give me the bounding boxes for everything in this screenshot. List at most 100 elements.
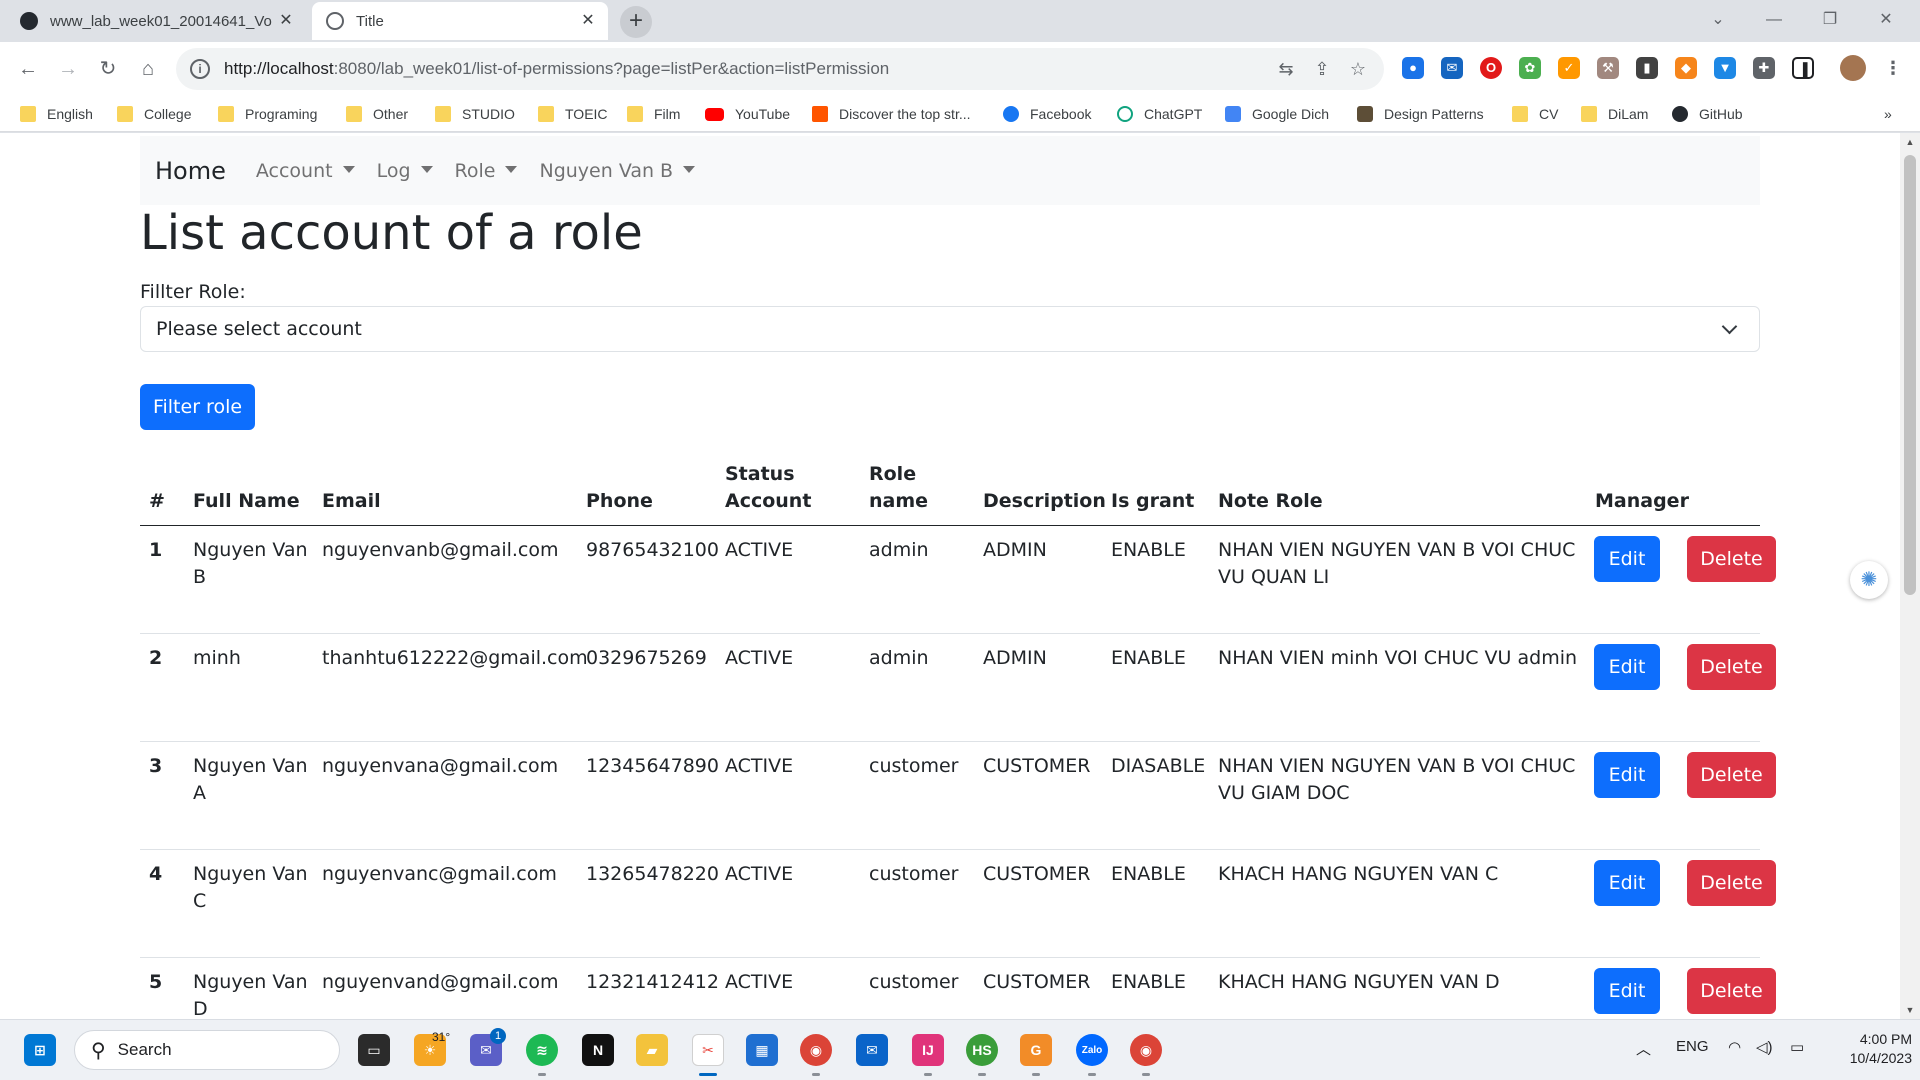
tab-search-icon[interactable]: ⌄ xyxy=(1690,4,1746,36)
language-indicator[interactable]: ENG xyxy=(1676,1038,1709,1055)
bookmark-college[interactable]: College xyxy=(117,103,191,125)
bookmark-dilam[interactable]: DiLam xyxy=(1581,103,1648,125)
share-icon[interactable]: ⇪ xyxy=(1304,59,1340,80)
volume-icon[interactable]: ◁) xyxy=(1756,1038,1773,1056)
home-icon[interactable]: ⌂ xyxy=(132,53,164,85)
bookmark-cv[interactable]: CV xyxy=(1512,103,1558,125)
nav-role-dropdown[interactable]: Role xyxy=(455,160,518,182)
close-icon[interactable]: ✕ xyxy=(578,11,598,31)
reload-icon[interactable]: ↻ xyxy=(92,53,124,85)
taskbar-search[interactable]: ⚲ Search xyxy=(74,1030,340,1070)
bookmark-toeic[interactable]: TOEIC xyxy=(538,103,608,125)
delete-button[interactable]: Delete xyxy=(1687,536,1776,582)
bookmark-studio[interactable]: STUDIO xyxy=(435,103,515,125)
filter-role-button[interactable]: Filter role xyxy=(140,384,255,430)
zalo-icon[interactable]: Zalo xyxy=(1076,1034,1108,1066)
nav-user-dropdown[interactable]: Nguyen Van B xyxy=(539,160,696,182)
spotify-icon[interactable]: ≋ xyxy=(526,1034,558,1066)
delete-button[interactable]: Delete xyxy=(1687,968,1776,1014)
notion-icon[interactable]: N xyxy=(582,1034,614,1066)
bookmark-youtube[interactable]: YouTube xyxy=(705,103,790,125)
new-tab-button[interactable]: + xyxy=(620,6,652,38)
forward-icon[interactable]: → xyxy=(52,53,84,85)
bookmark-discover[interactable]: Discover the top str... xyxy=(812,103,971,125)
hs-app-icon[interactable]: HS xyxy=(966,1034,998,1066)
bookmark-star-icon[interactable]: ☆ xyxy=(1340,59,1376,80)
bookmark-other[interactable]: Other xyxy=(346,103,408,125)
nav-log-dropdown[interactable]: Log xyxy=(377,160,433,182)
page-scrollbar[interactable]: ▲ ▼ xyxy=(1900,133,1920,1019)
folder-icon xyxy=(1512,106,1528,122)
extension-colorful-icon[interactable]: ✓ xyxy=(1558,57,1580,79)
metamask-fox-icon[interactable]: ◆ xyxy=(1675,57,1697,79)
edit-button[interactable]: Edit xyxy=(1594,968,1660,1014)
side-panel-icon[interactable]: ▐ xyxy=(1792,57,1814,79)
row-is-grant: DIASABLE xyxy=(1111,755,1206,777)
avatar[interactable] xyxy=(1840,55,1866,81)
intellij-icon[interactable]: IJ xyxy=(912,1034,944,1066)
puzzle-icon[interactable]: ✚ xyxy=(1753,57,1775,79)
shield-icon[interactable]: ▼ xyxy=(1714,57,1736,79)
tab-title-page[interactable]: Title ✕ xyxy=(312,2,608,40)
bookmark-chatgpt[interactable]: ChatGPT xyxy=(1117,103,1202,125)
role-select[interactable]: Please select account xyxy=(140,306,1760,352)
bookmark-design-patterns[interactable]: Design Patterns xyxy=(1357,103,1484,125)
delete-button[interactable]: Delete xyxy=(1687,752,1776,798)
nav-account-dropdown[interactable]: Account xyxy=(256,160,355,182)
extension-green-icon[interactable]: ✿ xyxy=(1519,57,1541,79)
bookmark-film[interactable]: Film xyxy=(627,103,680,125)
bookmark-facebook[interactable]: Facebook xyxy=(1003,103,1091,125)
extension-opera-icon[interactable]: O xyxy=(1480,57,1502,79)
bookmark-programing[interactable]: Programing xyxy=(218,103,317,125)
edit-button[interactable]: Edit xyxy=(1594,644,1660,690)
bookmarks-more-icon[interactable]: » xyxy=(1884,103,1892,125)
bookmark-google-dich[interactable]: Google Dich xyxy=(1225,103,1329,125)
site-info-icon[interactable]: i xyxy=(190,59,210,79)
delete-button[interactable]: Delete xyxy=(1687,644,1776,690)
close-icon[interactable]: ✕ xyxy=(276,11,296,31)
menu-kebab-icon[interactable]: ⋮ xyxy=(1882,57,1904,79)
scroll-up-icon[interactable]: ▲ xyxy=(1900,133,1920,151)
chatgpt-floating-icon[interactable]: ✺ xyxy=(1850,561,1888,599)
url-text[interactable]: http://localhost:8080/lab_week01/list-of… xyxy=(224,59,1268,79)
delete-button[interactable]: Delete xyxy=(1687,860,1776,906)
scroll-down-icon[interactable]: ▼ xyxy=(1900,1001,1920,1019)
windows-start-icon[interactable]: ⊞ xyxy=(24,1034,56,1066)
edit-button[interactable]: Edit xyxy=(1594,860,1660,906)
edit-button[interactable]: Edit xyxy=(1594,752,1660,798)
task-view-icon[interactable]: ▭ xyxy=(358,1034,390,1066)
row-status: ACTIVE xyxy=(725,647,794,669)
tray-chevron-up-icon[interactable]: ︿ xyxy=(1636,1038,1651,1059)
nav-home[interactable]: Home xyxy=(155,157,226,185)
restore-icon[interactable]: ❐ xyxy=(1802,4,1858,36)
extension-hammer-icon[interactable]: ⚒ xyxy=(1597,57,1619,79)
row-description: CUSTOMER xyxy=(983,755,1091,777)
scroll-thumb[interactable] xyxy=(1904,155,1916,595)
extension-mail-icon[interactable]: ✉ xyxy=(1441,57,1463,79)
bookmark-github[interactable]: GitHub xyxy=(1672,103,1743,125)
snipping-tool-icon[interactable]: ✂ xyxy=(692,1034,724,1066)
wifi-icon[interactable]: ◠ xyxy=(1728,1038,1741,1056)
chrome-icon[interactable]: ◉ xyxy=(800,1034,832,1066)
battery-icon[interactable]: ▭ xyxy=(1790,1038,1804,1056)
taskbar-clock[interactable]: 4:00 PM 10/4/2023 xyxy=(1822,1030,1912,1068)
window-close-icon[interactable]: ✕ xyxy=(1858,4,1914,36)
table-row: 2 minh thanhtu612222@gmail.com 032967526… xyxy=(140,634,1776,742)
row-number: 4 xyxy=(149,863,163,885)
file-explorer-icon[interactable]: ▰ xyxy=(636,1034,668,1066)
bookmark-english[interactable]: English xyxy=(20,103,93,125)
edit-button[interactable]: Edit xyxy=(1594,536,1660,582)
row-full-name: Nguyen Van A xyxy=(193,755,308,804)
address-bar[interactable]: i http://localhost:8080/lab_week01/list-… xyxy=(176,48,1384,90)
extension-dark-icon[interactable]: ▮ xyxy=(1636,57,1658,79)
minimize-icon[interactable]: — xyxy=(1746,4,1802,36)
mail-icon[interactable]: ✉ xyxy=(856,1034,888,1066)
extension-drop-icon[interactable]: ● xyxy=(1402,57,1424,79)
running-indicator xyxy=(1032,1073,1040,1076)
back-icon[interactable]: ← xyxy=(12,53,44,85)
store-icon[interactable]: ▦ xyxy=(746,1034,778,1066)
pdf-app-icon[interactable]: G xyxy=(1020,1034,1052,1066)
tab-github[interactable]: www_lab_week01_20014641_Vo ✕ xyxy=(6,2,306,40)
translate-icon[interactable]: ⇆ xyxy=(1268,59,1304,80)
chrome-icon[interactable]: ◉ xyxy=(1130,1034,1162,1066)
